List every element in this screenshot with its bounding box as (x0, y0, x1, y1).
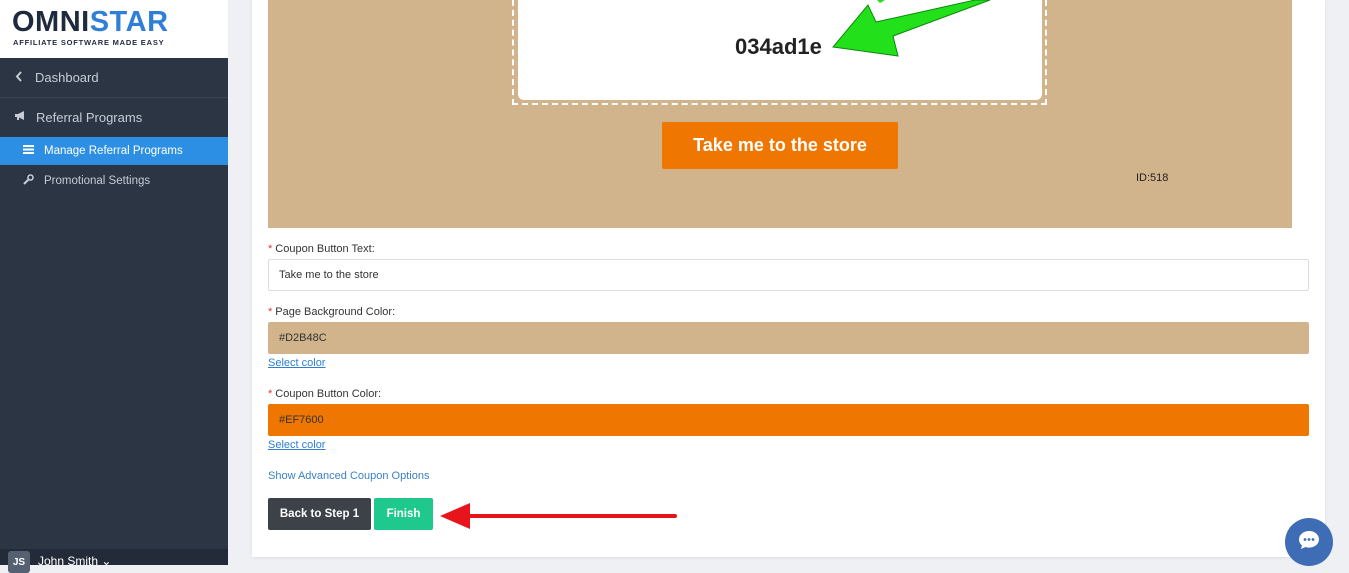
preview-id-label: ID:518 (1136, 172, 1169, 184)
coupon-button-text-label: * Coupon Button Text: (268, 243, 375, 255)
sidebar-item-referral-programs[interactable]: Referral Programs (0, 98, 228, 136)
sidebar-item-label: Manage Referral Programs (44, 145, 183, 157)
user-name: John Smith ⌄ (38, 554, 112, 568)
sidebar-item-promotional-settings[interactable]: Promotional Settings (0, 167, 228, 195)
show-advanced-coupon-options-link[interactable]: Show Advanced Coupon Options (268, 470, 429, 482)
sidebar-item-label: Promotional Settings (44, 175, 151, 187)
coupon-button-color-input[interactable]: #EF7600 (268, 404, 1309, 436)
chevron-left-icon (12, 70, 26, 85)
sidebar-item-label: Referral Programs (36, 109, 143, 125)
page-background-color-input[interactable]: #D2B48C (268, 322, 1309, 354)
page-background-color-label: * Page Background Color: (268, 306, 396, 318)
wrench-icon (21, 174, 35, 188)
user-menu[interactable]: JS John Smith ⌄ (0, 549, 228, 573)
list-icon (21, 145, 35, 157)
logo-tagline: AFFILIATE SOFTWARE MADE EASY (13, 38, 165, 47)
coupon-button-color-label: * Coupon Button Color: (268, 388, 382, 400)
logo-text: OMNISTAR (12, 6, 169, 38)
select-color-link-background[interactable]: Select color (268, 357, 325, 369)
megaphone-icon (13, 110, 27, 124)
sidebar-item-manage-referral-programs[interactable]: Manage Referral Programs (0, 137, 228, 165)
chat-launcher-button[interactable] (1285, 518, 1333, 566)
coupon-code: 034ad1e (735, 34, 822, 59)
coupon-button-text-input[interactable]: Take me to the store (268, 259, 1309, 291)
avatar: JS (8, 551, 30, 573)
finish-button[interactable]: Finish (374, 498, 433, 530)
select-color-link-button[interactable]: Select color (268, 439, 325, 451)
brand-logo[interactable]: OMNISTAR AFFILIATE SOFTWARE MADE EASY (0, 0, 228, 58)
sidebar-item-dashboard[interactable]: Dashboard (0, 58, 228, 98)
sidebar-item-label: Dashboard (35, 70, 99, 85)
chat-bubble-icon (1297, 529, 1321, 556)
sidebar: OMNISTAR AFFILIATE SOFTWARE MADE EASY Da… (0, 0, 228, 573)
take-me-to-store-button[interactable]: Take me to the store (662, 122, 898, 169)
back-to-step-1-button[interactable]: Back to Step 1 (268, 498, 371, 530)
